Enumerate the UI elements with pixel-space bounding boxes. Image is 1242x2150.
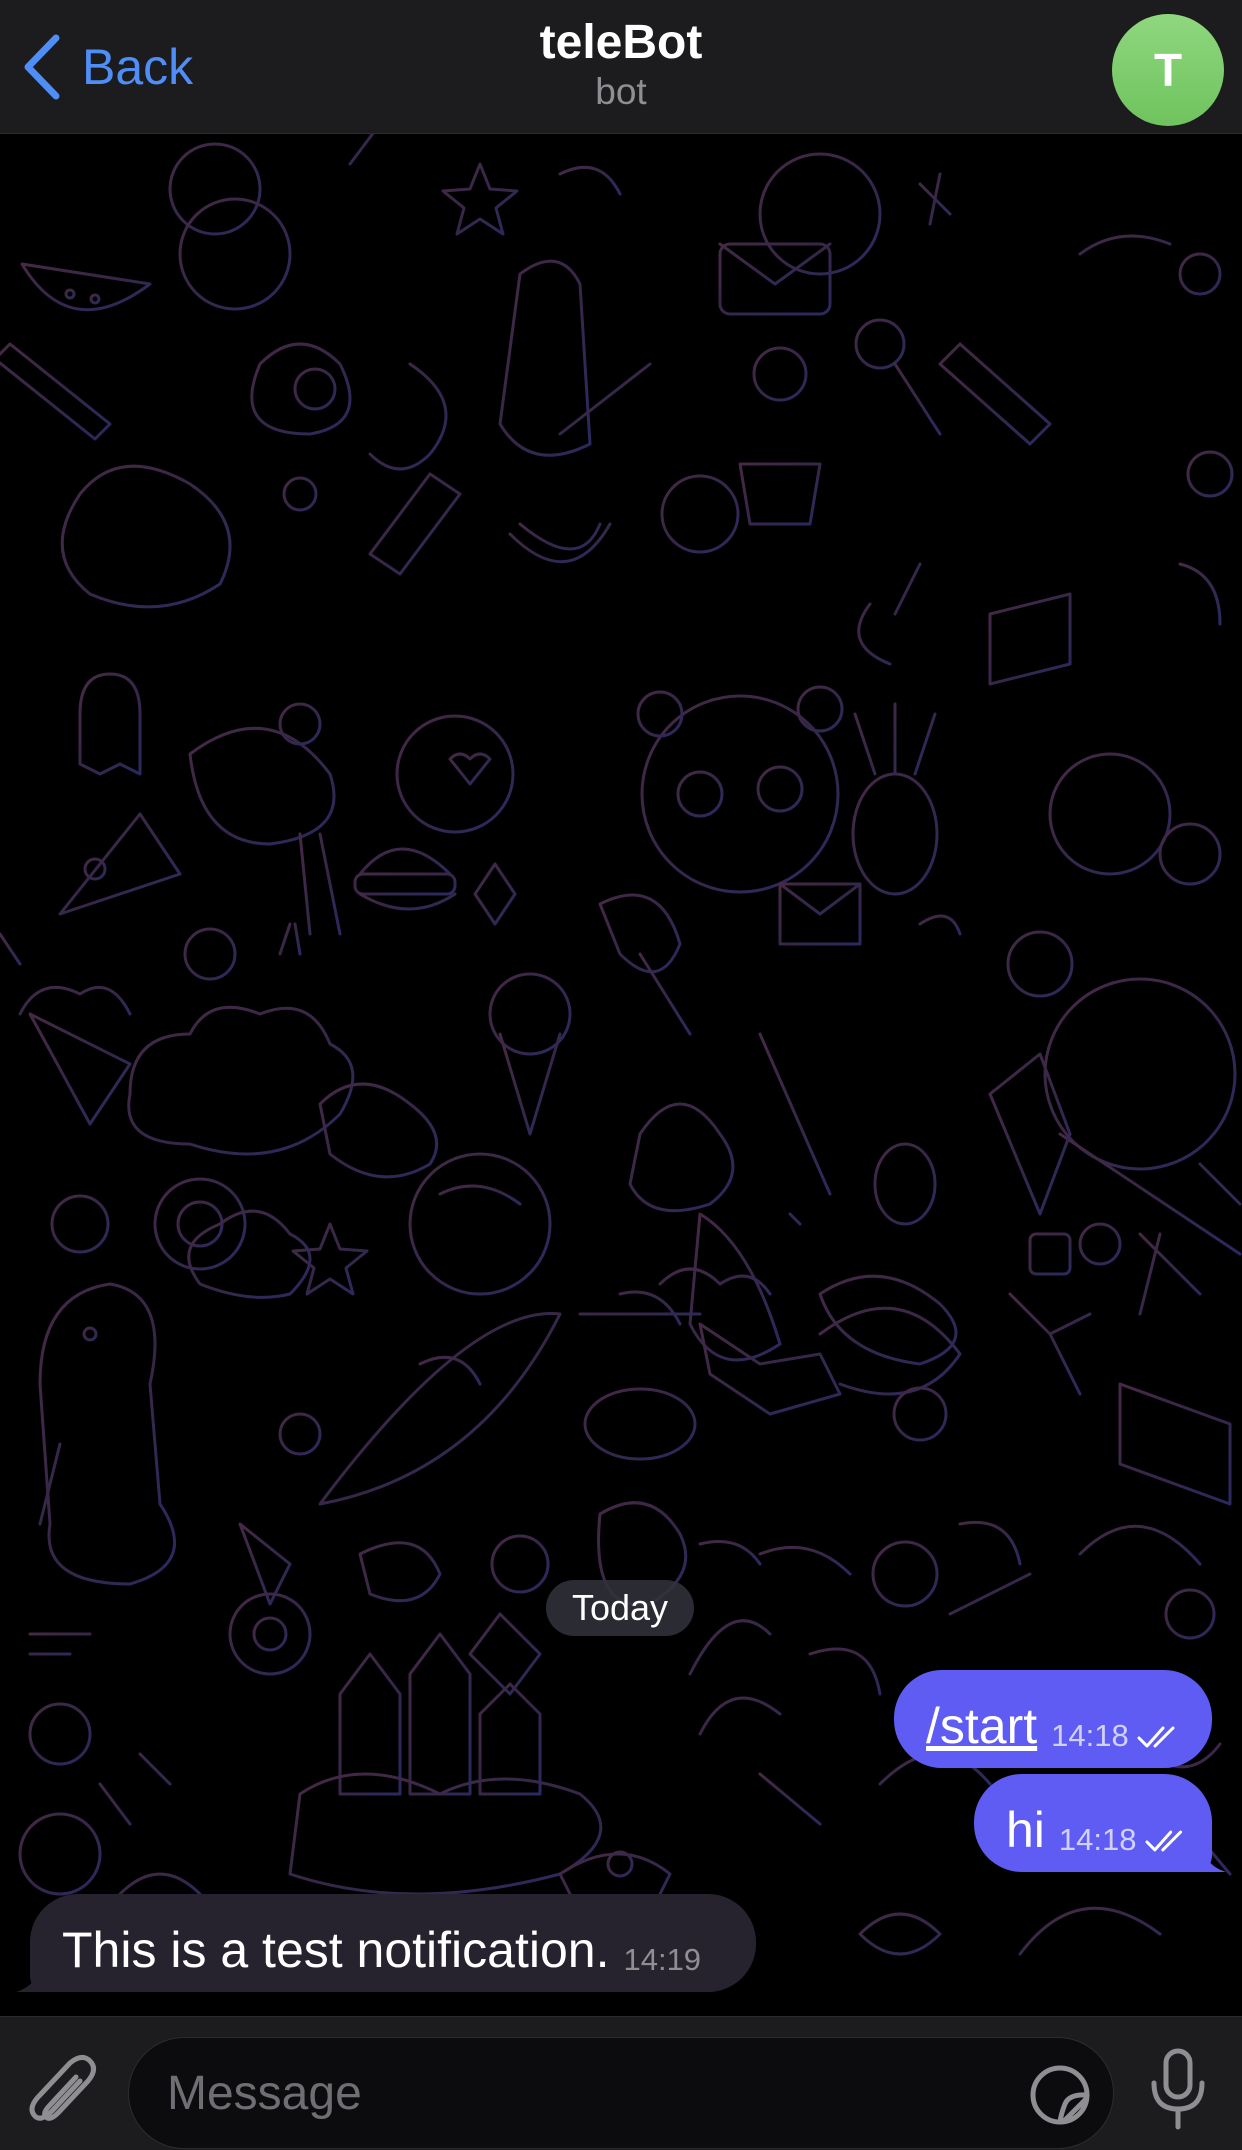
message-composer [0,2016,1242,2150]
chat-subtitle: bot [595,71,647,112]
message-text: This is a test notification. [62,1922,610,1978]
microphone-icon[interactable] [1146,2047,1210,2131]
avatar-initial: T [1153,44,1183,96]
message-text: hi [1006,1802,1045,1858]
bot-command-link[interactable]: /start [926,1696,1037,1756]
double-check-icon [1144,1830,1182,1852]
sticker-icon[interactable] [1029,2064,1091,2126]
message-time: 14:19 [623,1942,702,1977]
chat-screen: Back teleBot bot T Today /start 14:18 hi… [0,0,1242,2150]
chat-header: Back teleBot bot T [0,0,1242,134]
message-list[interactable]: Today /start 14:18 hi 14:18 This is a te… [0,134,1242,2016]
chat-title-block[interactable]: teleBot bot [0,14,1242,112]
double-check-icon [1137,1726,1175,1748]
paperclip-icon[interactable] [28,2051,98,2131]
message-bubble-outgoing[interactable]: hi 14:18 [974,1774,1212,1872]
message-bubble-incoming[interactable]: This is a test notification. 14:19 [30,1894,756,1992]
message-time: 14:18 [1051,1718,1129,1753]
chat-title: teleBot [539,16,703,69]
avatar[interactable]: T [1112,14,1224,126]
date-divider: Today [546,1580,694,1636]
message-field [128,2037,1114,2149]
message-bubble-outgoing[interactable]: /start 14:18 [894,1670,1212,1768]
message-time: 14:18 [1058,1822,1137,1857]
date-divider-label: Today [571,1587,669,1628]
message-input[interactable] [165,2038,1025,2148]
